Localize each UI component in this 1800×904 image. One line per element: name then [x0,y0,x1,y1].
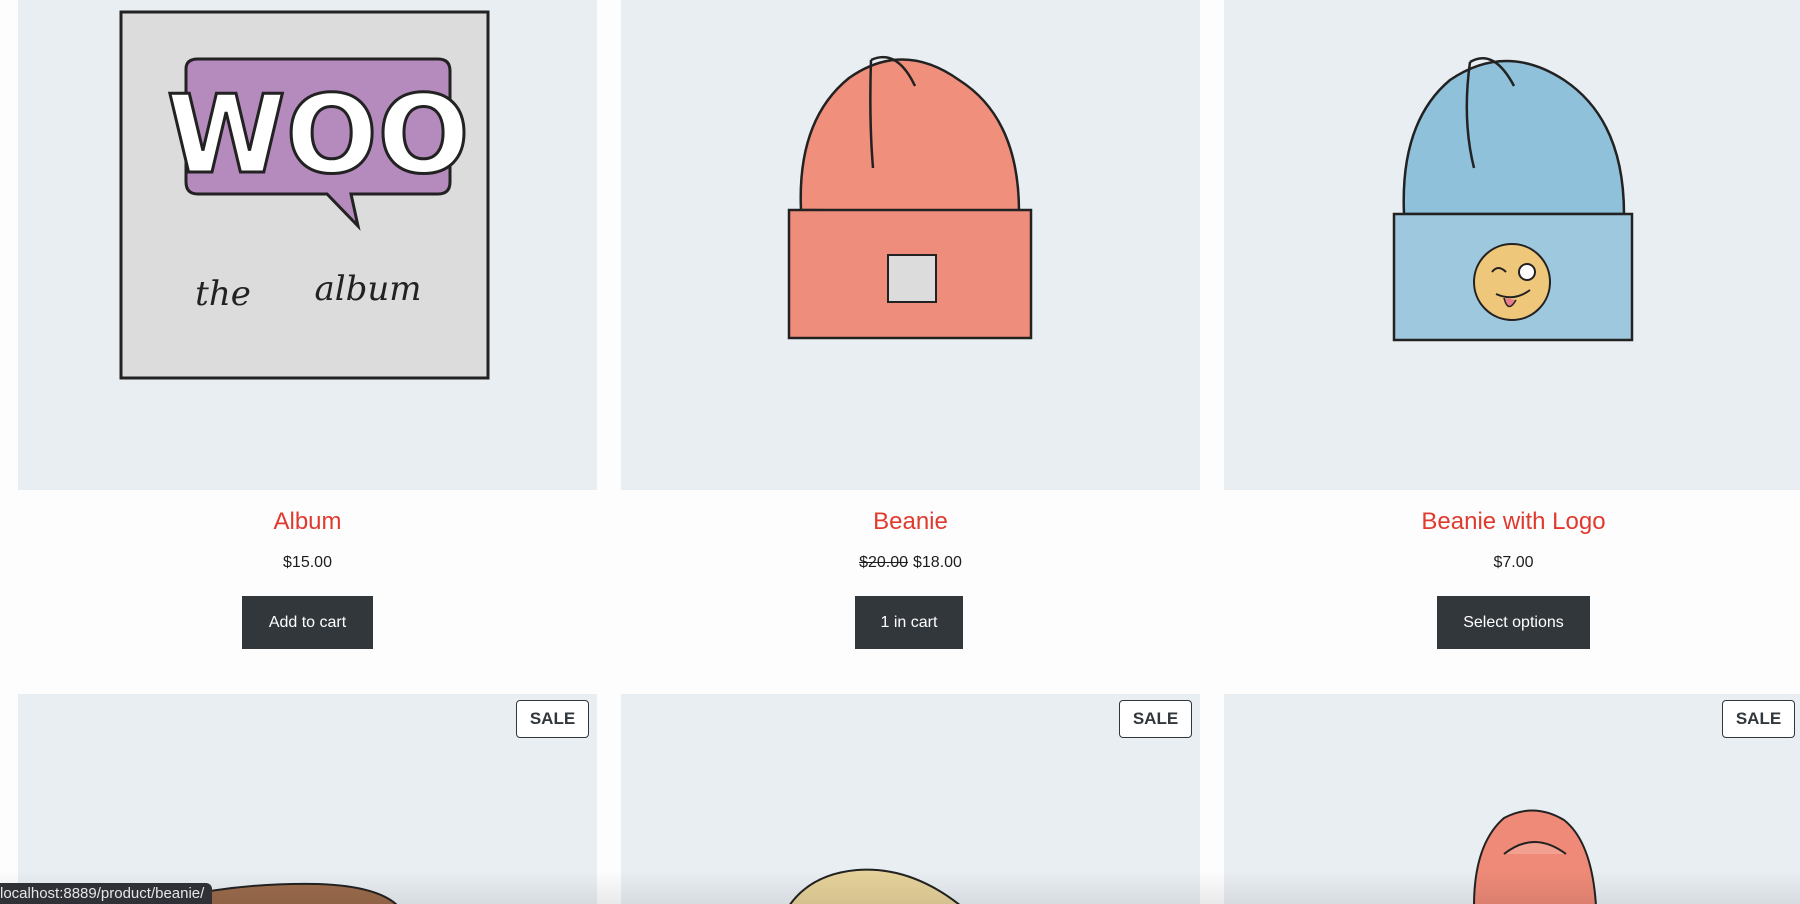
svg-text:WOO: WOO [167,73,470,198]
browser-status-url: localhost:8889/product/beanie/ [0,883,213,904]
svg-text:the: the [195,274,251,314]
price-original: $20.00 [859,554,908,571]
product-price: $20.00 $18.00 [621,551,1200,575]
select-options-button[interactable]: Select options [1437,596,1590,649]
product-title[interactable]: Beanie with Logo [1224,504,1800,540]
beanie-image[interactable] [621,0,1200,490]
price-sale: $18.00 [913,554,962,571]
price-current: $15.00 [283,554,332,571]
sale-badge: SALE [516,700,589,738]
in-cart-button[interactable]: 1 in cart [855,596,963,649]
price-current: $7.00 [1493,554,1534,571]
svg-text:album: album [314,269,421,309]
sale-badge: SALE [1722,700,1795,738]
product-image-hoodie[interactable] [1224,694,1800,904]
product-title[interactable]: Beanie [621,504,1200,540]
product-price: $7.00 [1224,551,1800,575]
product-title[interactable]: Album [18,504,597,540]
album-image[interactable]: WOO the album [18,0,597,490]
beanie-logo-image[interactable] [1224,0,1800,490]
product-image-cap[interactable] [621,694,1200,904]
product-image-cap[interactable] [18,694,597,904]
sale-badge: SALE [1119,700,1192,738]
add-to-cart-button[interactable]: Add to cart [242,596,373,649]
product-price: $15.00 [18,551,597,575]
